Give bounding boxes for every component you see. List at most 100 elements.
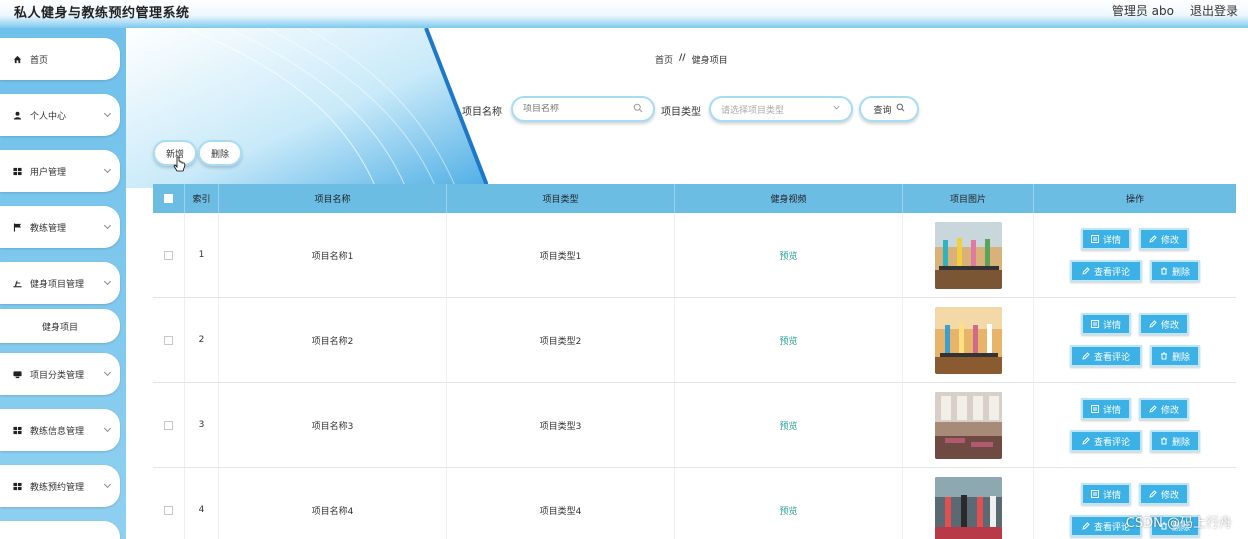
row-image-cell: [903, 298, 1034, 382]
row-checkbox-cell: [153, 298, 185, 382]
document-icon: [1090, 490, 1099, 498]
edit-icon: [1149, 405, 1157, 413]
table-row: 4 项目名称4 项目类型4 预览 详情 修改 查看评论 删除: [153, 468, 1236, 539]
project-image[interactable]: [934, 306, 1002, 374]
row-checkbox-cell: [153, 213, 185, 297]
row-checkbox[interactable]: [164, 250, 173, 260]
logout-link[interactable]: 退出登录: [1190, 2, 1238, 19]
data-table: 索引 项目名称 项目类型 健身视频 项目图片 操作 1 项目名称1 项目类型1 …: [153, 184, 1236, 539]
project-image[interactable]: [934, 476, 1002, 539]
breadcrumb: 首页 // 健身项目: [655, 53, 728, 66]
project-image[interactable]: [934, 391, 1002, 459]
sidebar-item-more[interactable]: [0, 521, 120, 539]
edit-icon: [1082, 437, 1090, 445]
sidebar-item-category[interactable]: 项目分类管理: [0, 353, 120, 395]
name-search-field[interactable]: [511, 96, 655, 122]
top-bar: 私人健身与教练预约管理系统 管理员 abo 退出登录: [0, 0, 1248, 28]
sidebar-item-coach-booking[interactable]: 教练预约管理: [0, 465, 120, 507]
pointer-cursor-icon: [173, 156, 187, 174]
sidebar-item-home[interactable]: 首页: [0, 38, 120, 80]
video-preview-link[interactable]: 预览: [779, 249, 797, 262]
row-checkbox[interactable]: [164, 335, 173, 345]
row-delete-button[interactable]: 删除: [1150, 260, 1201, 282]
document-icon: [1090, 320, 1099, 328]
row-type: 项目类型1: [447, 213, 675, 297]
view-comments-button[interactable]: 查看评论: [1069, 260, 1142, 282]
sidebar-item-coach-info[interactable]: 教练信息管理: [0, 409, 120, 451]
view-comments-button[interactable]: 查看评论: [1069, 430, 1142, 452]
detail-button[interactable]: 详情: [1080, 313, 1131, 335]
view-comments-label: 查看评论: [1093, 522, 1130, 533]
trash-icon: [1160, 437, 1168, 445]
sidebar-item-label: 教练管理: [30, 223, 67, 234]
edit-button-label: 修改: [1161, 405, 1180, 416]
table-row: 2 项目名称2 项目类型2 预览 详情 修改 查看评论 删除: [153, 298, 1236, 383]
project-image[interactable]: [934, 221, 1002, 289]
row-checkbox-cell: [153, 383, 185, 467]
detail-button[interactable]: 详情: [1080, 483, 1131, 505]
edit-icon: [1082, 352, 1090, 360]
edit-button[interactable]: 修改: [1139, 313, 1190, 335]
type-select[interactable]: 请选择项目类型: [709, 96, 853, 122]
video-preview-link[interactable]: 预览: [779, 419, 797, 432]
detail-button[interactable]: 详情: [1080, 228, 1131, 250]
chevron-down-icon: [103, 368, 112, 377]
detail-button-label: 详情: [1102, 405, 1121, 416]
row-actions: 详情 修改 查看评论 删除: [1034, 213, 1236, 297]
query-button[interactable]: 查询: [859, 96, 919, 122]
delete-button[interactable]: 删除: [198, 140, 242, 166]
row-video-cell: 预览: [675, 298, 903, 382]
header-type: 项目类型: [447, 184, 675, 213]
row-delete-button[interactable]: 删除: [1150, 345, 1201, 367]
breadcrumb-current: 健身项目: [691, 56, 728, 66]
edit-icon: [1149, 235, 1157, 243]
row-checkbox[interactable]: [164, 505, 173, 515]
breadcrumb-home[interactable]: 首页: [655, 53, 673, 66]
sidebar-item-fitness-projects[interactable]: 健身项目管理: [0, 262, 120, 304]
chevron-down-icon: [103, 109, 112, 118]
delete-button-label: 删除: [210, 149, 229, 160]
sidebar-item-label: 健身项目管理: [30, 279, 85, 290]
watermark: CSDN @码上行舟: [1125, 516, 1232, 531]
chevron-down-icon: [103, 424, 112, 433]
select-all-cell: [153, 184, 185, 213]
detail-button[interactable]: 详情: [1080, 398, 1131, 420]
sidebar-item-label: 个人中心: [30, 111, 67, 122]
sidebar-item-users[interactable]: 用户管理: [0, 150, 120, 192]
table-row: 1 项目名称1 项目类型1 预览 详情 修改 查看评论 删除: [153, 213, 1236, 298]
row-actions: 详情 修改 查看评论 删除: [1034, 298, 1236, 382]
edit-button-label: 修改: [1161, 490, 1180, 501]
edit-button[interactable]: 修改: [1139, 398, 1190, 420]
row-delete-label: 删除: [1172, 352, 1191, 363]
sidebar-item-profile[interactable]: 个人中心: [0, 94, 120, 136]
edit-button-label: 修改: [1161, 320, 1180, 331]
row-checkbox[interactable]: [164, 420, 173, 430]
row-name: 项目名称1: [219, 213, 447, 297]
row-type: 项目类型4: [447, 468, 675, 539]
header-actions: 操作: [1125, 195, 1144, 205]
row-index: 1: [185, 213, 219, 297]
row-image-cell: [903, 383, 1034, 467]
app-title: 私人健身与教练预约管理系统: [14, 6, 190, 21]
sidebar-item-coaches[interactable]: 教练管理: [0, 206, 120, 248]
header-image: 项目图片: [903, 184, 1034, 213]
sidebar-subitem-fitness-project[interactable]: 健身项目: [0, 309, 120, 343]
row-delete-button[interactable]: 删除: [1150, 430, 1201, 452]
type-search-label: 项目类型: [661, 107, 701, 118]
edit-button[interactable]: 修改: [1139, 228, 1190, 250]
row-actions: 详情 修改 查看评论 删除: [1034, 383, 1236, 467]
view-comments-button[interactable]: 查看评论: [1069, 345, 1142, 367]
select-all-checkbox[interactable]: [164, 194, 173, 203]
row-video-cell: 预览: [675, 468, 903, 539]
video-preview-link[interactable]: 预览: [779, 504, 797, 517]
video-preview-link[interactable]: 预览: [779, 334, 797, 347]
sidebar: 首页 个人中心 用户管理 教练管理 健身项目管理 健身项目 项目分类管理 教练信…: [0, 28, 126, 539]
sidebar-item-label: 健身项目: [41, 322, 78, 333]
type-select-placeholder: 请选择项目类型: [721, 105, 785, 116]
edit-button[interactable]: 修改: [1139, 483, 1190, 505]
view-comments-label: 查看评论: [1093, 352, 1130, 363]
name-search-input[interactable]: [523, 104, 633, 114]
sidebar-item-label: 用户管理: [30, 167, 67, 178]
current-user: 管理员 abo: [1111, 4, 1174, 18]
top-right-area: 管理员 abo 退出登录: [1112, 2, 1238, 19]
